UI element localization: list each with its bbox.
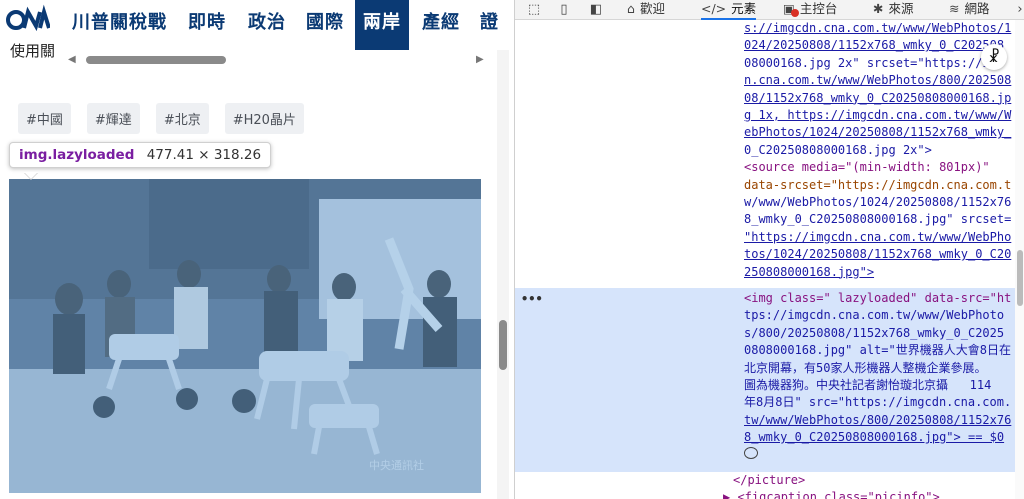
accessibility-person-icon[interactable]: ☧: [981, 44, 1007, 70]
tab-elements[interactable]: </> 元素: [701, 0, 757, 20]
nav-item-securities[interactable]: 證: [480, 8, 499, 38]
tab-elements-label: 元素: [731, 1, 757, 16]
dom-line-img-2[interactable]: tps://imgcdn.cna.com.tw/www/WebPhoto: [744, 307, 1014, 324]
dom-line-15[interactable]: 250808000168.jpg">: [744, 264, 1014, 281]
nav-item-realtime[interactable]: 即時: [188, 8, 226, 38]
dom-line-2[interactable]: 024/20250808/1152x768_wmky_0_C202508: [744, 37, 1014, 54]
devtools-scrollbar-thumb[interactable]: [1017, 250, 1023, 306]
tab-console[interactable]: ▣ 主控台: [783, 0, 837, 20]
dom-line-img-9[interactable]: 8_wmky_0_C20250808000168.jpg"> == $0: [744, 429, 1014, 446]
more-tabs-icon[interactable]: ›: [1011, 2, 1024, 18]
dom-line-img-4[interactable]: 0808000168.jpg" alt="世界機器人大會8日在: [744, 342, 1014, 359]
dom-line-4[interactable]: n.cna.com.tw/www/WebPhotos/800/202508: [744, 72, 1014, 89]
dom-line-3[interactable]: 08000168.jpg 2x" srcset="https://im: [744, 55, 1014, 72]
nav-item-politics[interactable]: 政治: [248, 8, 286, 38]
article-photo[interactable]: 中央通訊社: [9, 179, 481, 493]
element-inspect-tooltip: img.lazyloaded 477.41 × 318.26: [9, 142, 272, 168]
dom-line-img-5[interactable]: 北京開幕，有50家人形機器人整機企業參展。: [744, 360, 1014, 377]
dom-line-img-7[interactable]: 年8月8日" src="https://imgcdn.cna.com.: [744, 394, 1014, 411]
tooltip-element-size: 477.41 × 318.26: [146, 147, 262, 163]
dom-line-img-3[interactable]: s/800/20250808/1152x768_wmky_0_C2025: [744, 325, 1014, 342]
dom-tree[interactable]: ••• s://imgcdn.cna.com.tw/www/WebPhotos/…: [515, 20, 1015, 499]
dom-line-13[interactable]: "https://imgcdn.cna.com.tw/www/WebPho: [744, 229, 1014, 246]
tag-list: #中國 #輝達 #北京 #H20晶片: [18, 103, 304, 134]
devtools-toolbar: ⬚ ▯ ◧ ⌂ 歡迎 </> 元素 ▣ 主控台 ✱ 來源 ≋ 網路 ›: [515, 0, 1024, 20]
horizontal-scrollbar[interactable]: ◀ ▶: [68, 52, 486, 68]
screen: 川普關稅戰 即時 政治 國際 兩岸 產經 證 使用關 ◀ ▶ #中國 #輝達 #…: [0, 0, 1024, 499]
nav-item-cross-strait[interactable]: 兩岸: [355, 0, 409, 50]
dom-line-img-1[interactable]: <img class=" lazyloaded" data-src="ht: [744, 290, 1014, 307]
tag-nvidia[interactable]: #輝達: [86, 103, 140, 134]
dom-line-img-6[interactable]: 圖為機器狗。中央社記者謝怡璇北京攝 114: [744, 377, 1014, 394]
inspect-element-icon[interactable]: ⬚: [525, 2, 543, 18]
device-emulation-icon[interactable]: ▯: [555, 2, 573, 18]
dom-line-12[interactable]: 8_wmky_0_C20250808000168.jpg" srcset=: [744, 211, 1014, 228]
page-scrollbar-thumb[interactable]: [499, 320, 507, 370]
dom-line-7[interactable]: ebPhotos/1024/20250808/1152x768_wmky_: [744, 124, 1014, 141]
home-icon: ⌂: [627, 1, 635, 16]
tab-sources[interactable]: ✱ 來源: [873, 0, 914, 20]
web-page: 川普關稅戰 即時 政治 國際 兩岸 產經 證 使用關 ◀ ▶ #中國 #輝達 #…: [0, 0, 510, 499]
tooltip-arrow: [24, 172, 38, 179]
dom-line-5[interactable]: 08/1152x768_wmky_0_C20250808000168.jp: [744, 90, 1014, 107]
tag-h20-chip[interactable]: #H20晶片: [224, 103, 304, 134]
code-icon: </>: [701, 1, 727, 16]
scrollbar-thumb[interactable]: [86, 56, 226, 64]
devtools-panel: ⬚ ▯ ◧ ⌂ 歡迎 </> 元素 ▣ 主控台 ✱ 來源 ≋ 網路 › ••• s://i: [514, 0, 1024, 499]
tab-network[interactable]: ≋ 網路: [949, 0, 990, 20]
dom-line-9[interactable]: <source media="(min-width: 801px)": [744, 159, 1014, 176]
tooltip-element-name: img.lazyloaded: [19, 147, 135, 163]
clipped-text: 使用關: [10, 42, 56, 58]
tag-china[interactable]: #中國: [18, 103, 71, 134]
dom-line-8[interactable]: 0_C20250808000168.jpg 2x">: [744, 142, 1014, 159]
nav-item-international[interactable]: 國際: [306, 8, 344, 38]
nav-item-economy[interactable]: 產經: [422, 8, 460, 38]
dom-line-badge[interactable]: [744, 446, 1014, 464]
dom-line-14[interactable]: tos/1024/20250808/1152x768_wmky_0_C20: [744, 246, 1014, 263]
top-nav: 川普關稅戰 即時 政治 國際 兩岸 產經 證: [0, 0, 510, 50]
dom-line-11[interactable]: w/www/WebPhotos/1024/20250808/1152x76: [744, 194, 1014, 211]
console-icon: ▣: [783, 1, 799, 17]
bug-icon: ✱: [873, 1, 884, 16]
element-highlight-overlay: [9, 179, 481, 493]
dom-line-1[interactable]: s://imgcdn.cna.com.tw/www/WebPhotos/1: [744, 20, 1014, 37]
error-indicator: [791, 9, 799, 17]
layout-badge-icon[interactable]: [744, 446, 758, 459]
wifi-icon: ≋: [949, 1, 960, 16]
dom-line-img-8[interactable]: tw/www/WebPhotos/800/20250808/1152x76: [744, 412, 1014, 429]
dom-line-10[interactable]: data-srcset="https://imgcdn.cna.com.t: [744, 177, 1014, 194]
dom-line-close-picture[interactable]: </picture>: [733, 472, 1003, 489]
nav-item-trade-war[interactable]: 川普關稅戰: [72, 8, 167, 38]
devtools-vertical-scrollbar[interactable]: [1015, 20, 1024, 499]
cna-logo[interactable]: [6, 4, 51, 34]
tab-network-label: 網路: [964, 1, 990, 16]
dom-line-6[interactable]: g 1x, https://imgcdn.cna.com.tw/www/W: [744, 107, 1014, 124]
tab-console-label: 主控台: [799, 1, 838, 16]
node-actions-ellipsis[interactable]: •••: [521, 291, 543, 308]
tag-beijing[interactable]: #北京: [155, 103, 209, 134]
toggle-panel-icon[interactable]: ◧: [587, 2, 605, 18]
dom-line-figcaption[interactable]: ▶ <figcaption class="picinfo">: [723, 489, 993, 499]
page-vertical-scrollbar[interactable]: [497, 50, 509, 499]
scroll-left-arrow-icon[interactable]: ◀: [68, 54, 76, 65]
scroll-right-arrow-icon[interactable]: ▶: [476, 54, 484, 65]
tab-sources-label: 來源: [888, 1, 914, 16]
tab-welcome[interactable]: ⌂ 歡迎: [627, 0, 665, 20]
tab-welcome-label: 歡迎: [639, 1, 665, 16]
